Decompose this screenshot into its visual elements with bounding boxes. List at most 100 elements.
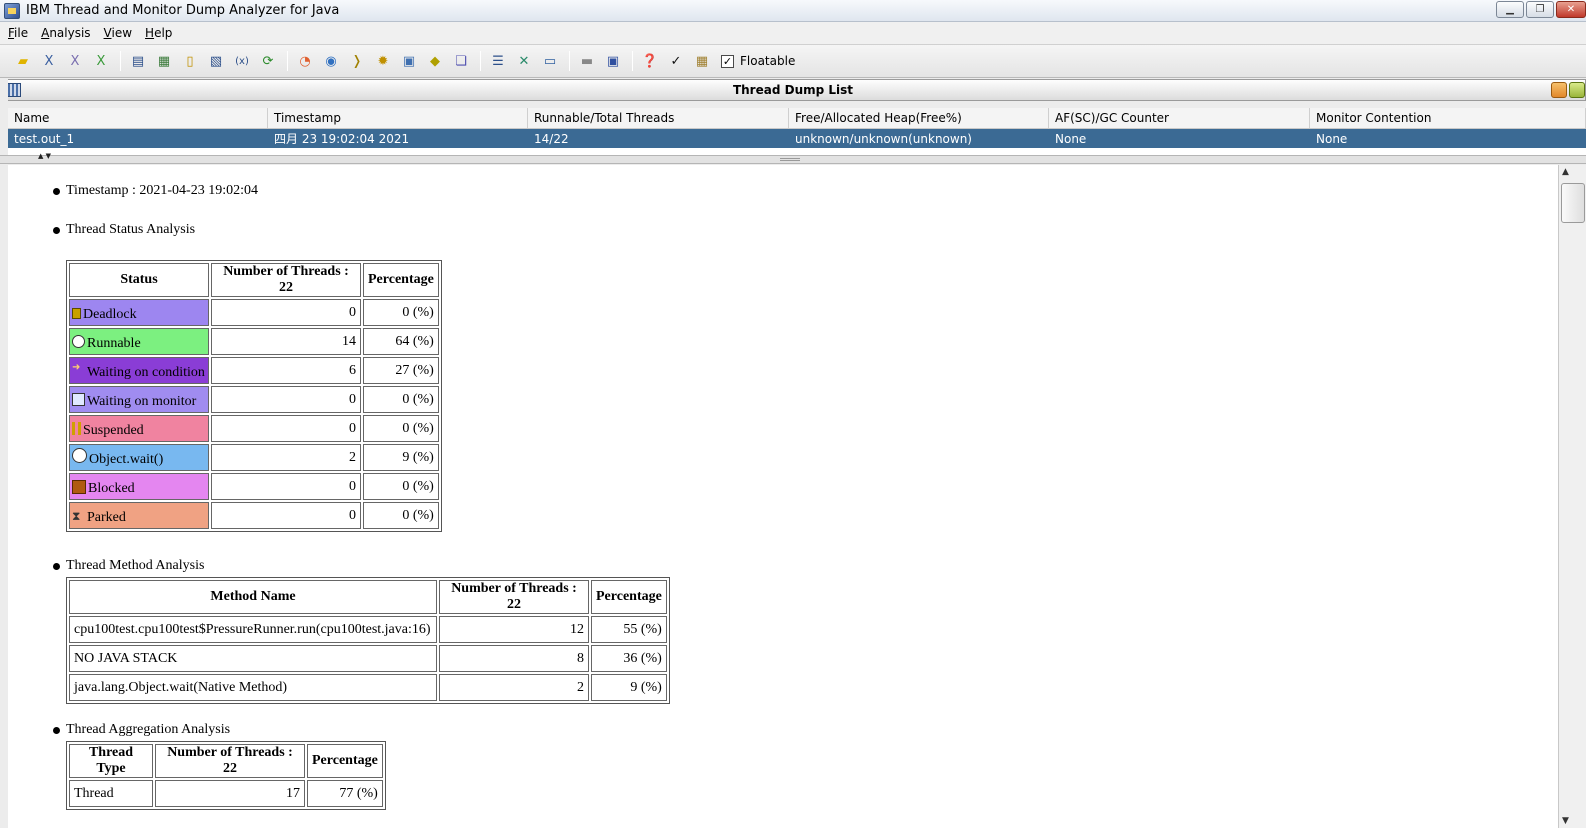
monitor-icon[interactable]: ◉ [320, 50, 342, 72]
variable-icon[interactable]: (x) [231, 50, 253, 72]
percentage-cell: 55 (%) [591, 616, 667, 643]
menu-file[interactable]: File [6, 24, 30, 42]
count-cell: 0 [211, 502, 361, 529]
threads-header: Number of Threads : 22 [211, 263, 361, 297]
close-x-icon[interactable]: X [38, 50, 60, 72]
column-monitor-contention[interactable]: Monitor Contention [1310, 108, 1586, 128]
scroll-up-icon[interactable]: ▲ [1562, 167, 1569, 177]
checkmark-icon[interactable]: ✓ [665, 50, 687, 72]
count-cell: 17 [155, 780, 305, 807]
method-heading: Thread Method Analysis [53, 558, 204, 574]
title-bar: IBM Thread and Monitor Dump Analyzer for… [0, 0, 1586, 22]
restore-button[interactable]: ❐ [1526, 1, 1554, 18]
thread-dump-table: Name Timestamp Runnable/Total Threads Fr… [8, 108, 1586, 148]
pie-chart-icon[interactable]: ◔ [294, 50, 316, 72]
frame-minimize-button[interactable] [1551, 82, 1567, 98]
cell-name: test.out_1 [14, 131, 75, 146]
column-runnable-total[interactable]: Runnable/Total Threads [528, 108, 789, 128]
count-cell: 0 [211, 473, 361, 500]
percentage-cell: 0 (%) [363, 299, 439, 326]
thread-icon[interactable]: ❭ [346, 50, 368, 72]
about-icon[interactable]: ▦ [691, 50, 713, 72]
timestamp-line: Timestamp : 2021-04-23 19:02:04 [53, 183, 258, 199]
column-heap[interactable]: Free/Allocated Heap(Free%) [789, 108, 1049, 128]
gear-icon[interactable]: ✹ [372, 50, 394, 72]
vertical-scrollbar[interactable]: ▲ ▼ [1558, 165, 1586, 828]
floatable-label: Floatable [740, 54, 796, 68]
table-row: java.lang.Object.wait(Native Method) 2 9… [69, 674, 667, 701]
menu-view[interactable]: View [102, 24, 134, 42]
toolbar-separator [569, 51, 570, 71]
left-rail [0, 78, 8, 828]
list-icon[interactable]: ☰ [487, 50, 509, 72]
status-table: Status Number of Threads : 22 Percentage… [66, 260, 442, 532]
screen-icon[interactable]: ▣ [602, 50, 624, 72]
table-row: Deadlock 0 0 (%) [69, 299, 439, 326]
tag-icon[interactable]: ◆ [424, 50, 446, 72]
display-icon[interactable]: ▭ [539, 50, 561, 72]
menu-bar: File Analysis View Help [0, 22, 1586, 44]
column-timestamp[interactable]: Timestamp [268, 108, 528, 128]
window-icon[interactable]: ▣ [398, 50, 420, 72]
window-title: IBM Thread and Monitor Dump Analyzer for… [26, 3, 340, 18]
table-row: ➜ Waiting on condition 6 27 (%) [69, 357, 439, 384]
split-arrows-icon[interactable]: ▲ ▼ [38, 152, 51, 160]
floatable-checkbox[interactable]: ✓ Floatable [721, 54, 795, 68]
column-name[interactable]: Name [8, 108, 268, 128]
aggregation-table: Thread Type Number of Threads : 22 Perce… [66, 741, 386, 810]
status-cell-deadlock: Deadlock [69, 299, 209, 326]
thread-type-cell: Thread [69, 780, 153, 807]
table-row: ⧗ Parked 0 0 (%) [69, 502, 439, 529]
thread-detail-icon[interactable]: ▤ [127, 50, 149, 72]
count-cell: 0 [211, 415, 361, 442]
status-cell-parked: ⧗ Parked [69, 502, 209, 529]
open-folder-icon[interactable]: ▰ [12, 50, 34, 72]
split-divider[interactable]: ▲ ▼ [0, 152, 1586, 164]
help-icon[interactable]: ❓ [639, 50, 661, 72]
menu-help[interactable]: Help [143, 24, 174, 42]
menu-analysis[interactable]: Analysis [39, 24, 92, 42]
app-icon [4, 2, 20, 19]
close-green-x-icon[interactable]: X [90, 50, 112, 72]
refresh-icon[interactable]: ⟳ [257, 50, 279, 72]
thread-type-header: Thread Type [69, 744, 153, 778]
compare-icon[interactable]: ▧ [205, 50, 227, 72]
method-name-header: Method Name [69, 580, 437, 614]
scroll-down-icon[interactable]: ▼ [1562, 816, 1569, 826]
window-controls: ▁ ❐ ✕ [1496, 1, 1586, 18]
table-row[interactable]: test.out_1 四月 23 19:02:04 2021 14/22 unk… [8, 129, 1586, 148]
table-row: Blocked 0 0 (%) [69, 473, 439, 500]
table-row: NO JAVA STACK 8 36 (%) [69, 645, 667, 672]
memory-icon[interactable]: ▦ [153, 50, 175, 72]
close-all-x-icon[interactable]: X [64, 50, 86, 72]
stack-icon[interactable]: ❏ [450, 50, 472, 72]
count-cell: 12 [439, 616, 589, 643]
frame-title: Thread Dump List [732, 83, 854, 97]
document-icon[interactable]: ▯ [179, 50, 201, 72]
table-header: Name Timestamp Runnable/Total Threads Fr… [8, 108, 1586, 129]
expand-icon[interactable]: ✕ [513, 50, 535, 72]
cell-runnable-total: 14/22 [534, 131, 569, 146]
threads-header: Number of Threads : 22 [155, 744, 305, 778]
splitter-grip[interactable] [780, 158, 800, 161]
toolbar: ▰ X X X ▤ ▦ ▯ ▧ (x) ⟳ ◔ ◉ ❭ ✹ ▣ ◆ ❏ ☰ ✕ … [0, 44, 1586, 78]
cell-monitor-contention: None [1316, 131, 1348, 146]
play-icon [72, 335, 85, 348]
frame-maximize-button[interactable] [1569, 82, 1585, 98]
hourglass-icon: ⧗ [72, 509, 81, 523]
minimize-button[interactable]: ▁ [1496, 1, 1524, 18]
toolbar-separator [480, 51, 481, 71]
toolbar-separator [120, 51, 121, 71]
grid-icon [7, 83, 21, 97]
checkbox-box[interactable]: ✓ [721, 54, 734, 68]
percentage-cell: 9 (%) [591, 674, 667, 701]
status-cell-suspended: Suspended [69, 415, 209, 442]
method-cell: NO JAVA STACK [69, 645, 437, 672]
percentage-header: Percentage [591, 580, 667, 614]
close-button[interactable]: ✕ [1556, 1, 1586, 18]
column-gc-counter[interactable]: AF(SC)/GC Counter [1049, 108, 1310, 128]
percentage-cell: 0 (%) [363, 473, 439, 500]
scroll-thumb[interactable] [1561, 183, 1585, 223]
percentage-header: Percentage [307, 744, 383, 778]
minimize-frame-icon[interactable]: ▬ [576, 50, 598, 72]
